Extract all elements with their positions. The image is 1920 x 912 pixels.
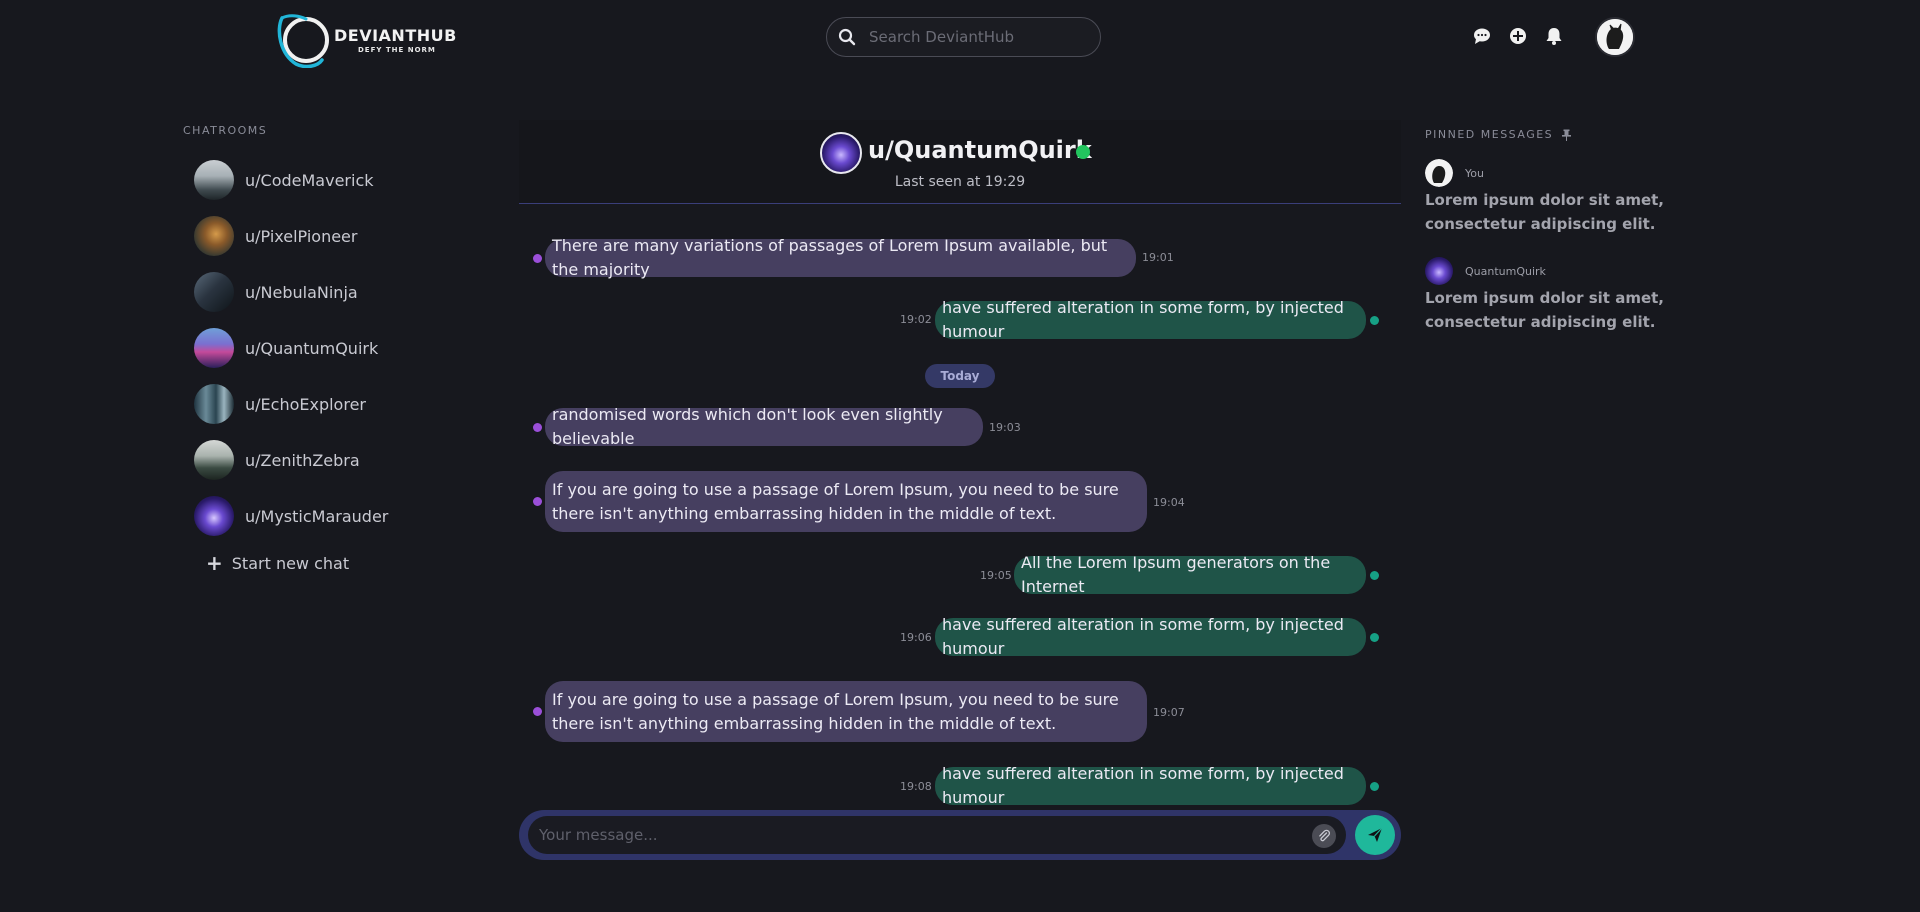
message-text: have suffered alteration in some form, b… (942, 298, 1344, 341)
avatar (194, 384, 234, 424)
attach-button[interactable] (1312, 824, 1336, 848)
message-incoming[interactable]: If you are going to use a passage of Lor… (545, 681, 1147, 742)
chat-icon[interactable] (1472, 26, 1492, 46)
message-outgoing[interactable]: All the Lorem Ipsum generators on the In… (1014, 553, 1366, 596)
avatar (1425, 257, 1453, 285)
send-icon (1368, 827, 1383, 842)
chatroom-item[interactable]: u/NebulaNinja (194, 270, 434, 314)
avatar[interactable] (820, 132, 862, 174)
pinned-author-name: You (1465, 166, 1484, 180)
pinned-messages-heading: PINNED MESSAGES (1425, 128, 1572, 141)
message-time: 19:05 (980, 569, 1012, 582)
message-outgoing[interactable]: have suffered alteration in some form, b… (935, 298, 1366, 341)
pinned-author-name: QuantumQuirk (1465, 264, 1546, 278)
outgoing-dot-icon (1370, 316, 1379, 325)
message-incoming[interactable]: If you are going to use a passage of Lor… (545, 471, 1147, 532)
message-text: If you are going to use a passage of Lor… (552, 479, 1119, 523)
message-time: 19:02 (900, 313, 932, 326)
chatroom-label: u/ZenithZebra (245, 450, 360, 470)
add-icon[interactable] (1508, 26, 1528, 46)
chatroom-item[interactable]: u/PixelPioneer (194, 214, 434, 258)
chatroom-item[interactable]: u/MysticMarauder (194, 494, 434, 538)
outgoing-dot-icon (1370, 633, 1379, 642)
paperclip-icon (1319, 829, 1331, 842)
search-input[interactable] (867, 27, 1087, 47)
message-text: All the Lorem Ipsum generators on the In… (1021, 553, 1331, 596)
message-field[interactable] (528, 816, 1346, 854)
search-bar[interactable] (826, 17, 1101, 57)
message-outgoing[interactable]: have suffered alteration in some form, b… (935, 764, 1366, 807)
online-status-icon (1076, 145, 1090, 159)
message-time: 19:03 (989, 421, 1021, 434)
send-button[interactable] (1355, 815, 1395, 855)
logo-name: DEVIANTHUB (334, 26, 457, 45)
message-time: 19:08 (900, 780, 932, 793)
incoming-dot-icon (533, 254, 542, 263)
incoming-dot-icon (533, 423, 542, 432)
chatroom-item[interactable]: u/EchoExplorer (194, 382, 434, 426)
plus-icon: + (206, 551, 223, 575)
chatroom-label: u/MysticMarauder (245, 506, 389, 526)
message-input[interactable] (537, 825, 1297, 845)
pinned-author: QuantumQuirk (1425, 257, 1546, 285)
logo-ring-icon (277, 14, 329, 68)
logo-tagline: DEFY THE NORM (358, 46, 436, 54)
message-outgoing[interactable]: have suffered alteration in some form, b… (935, 615, 1366, 658)
message-time: 19:06 (900, 631, 932, 644)
avatar (194, 440, 234, 480)
message-text: have suffered alteration in some form, b… (942, 615, 1344, 658)
avatar (194, 216, 234, 256)
chat-partner-name[interactable]: u/QuantumQuirk (868, 136, 1092, 164)
pinned-messages-title: PINNED MESSAGES (1425, 128, 1554, 141)
avatar (194, 328, 234, 368)
pinned-author: You (1425, 159, 1484, 187)
message-incoming[interactable]: There are many variations of passages of… (545, 236, 1136, 279)
avatar (194, 272, 234, 312)
message-time: 19:01 (1142, 251, 1174, 264)
user-avatar-image (1597, 19, 1633, 55)
outgoing-dot-icon (1370, 782, 1379, 791)
search-icon (838, 28, 856, 46)
message-text: If you are going to use a passage of Lor… (552, 689, 1119, 733)
avatar (1425, 159, 1453, 187)
avatar (194, 496, 234, 536)
message-text: have suffered alteration in some form, b… (942, 764, 1344, 807)
message-text: There are many variations of passages of… (552, 236, 1108, 279)
chatroom-item[interactable]: u/QuantumQuirk (194, 326, 434, 370)
pinned-message-text[interactable]: Lorem ipsum dolor sit amet, consectetur … (1425, 286, 1745, 334)
chatroom-label: u/EchoExplorer (245, 394, 366, 414)
start-new-chat-label: Start new chat (231, 553, 350, 573)
chatroom-item[interactable]: u/ZenithZebra (194, 438, 434, 482)
chatroom-label: u/PixelPioneer (245, 226, 358, 246)
message-text: randomised words which don't look even s… (552, 405, 943, 448)
bell-icon[interactable] (1544, 26, 1564, 46)
chatroom-label: u/QuantumQuirk (245, 338, 379, 358)
chatroom-label: u/NebulaNinja (245, 282, 358, 302)
start-new-chat-button[interactable]: + Start new chat (206, 551, 349, 575)
pinned-message-text[interactable]: Lorem ipsum dolor sit amet, consectetur … (1425, 188, 1745, 236)
chatrooms-heading: CHATROOMS (183, 124, 268, 137)
message-time: 19:04 (1153, 496, 1185, 509)
user-avatar[interactable] (1595, 17, 1635, 57)
message-incoming[interactable]: randomised words which don't look even s… (545, 405, 983, 448)
outgoing-dot-icon (1370, 571, 1379, 580)
pin-icon (1562, 129, 1572, 141)
date-separator: Today (925, 364, 995, 388)
logo[interactable]: DEVIANTHUB DEFY THE NORM (276, 10, 466, 68)
incoming-dot-icon (533, 707, 542, 716)
message-time: 19:07 (1153, 706, 1185, 719)
incoming-dot-icon (533, 497, 542, 506)
